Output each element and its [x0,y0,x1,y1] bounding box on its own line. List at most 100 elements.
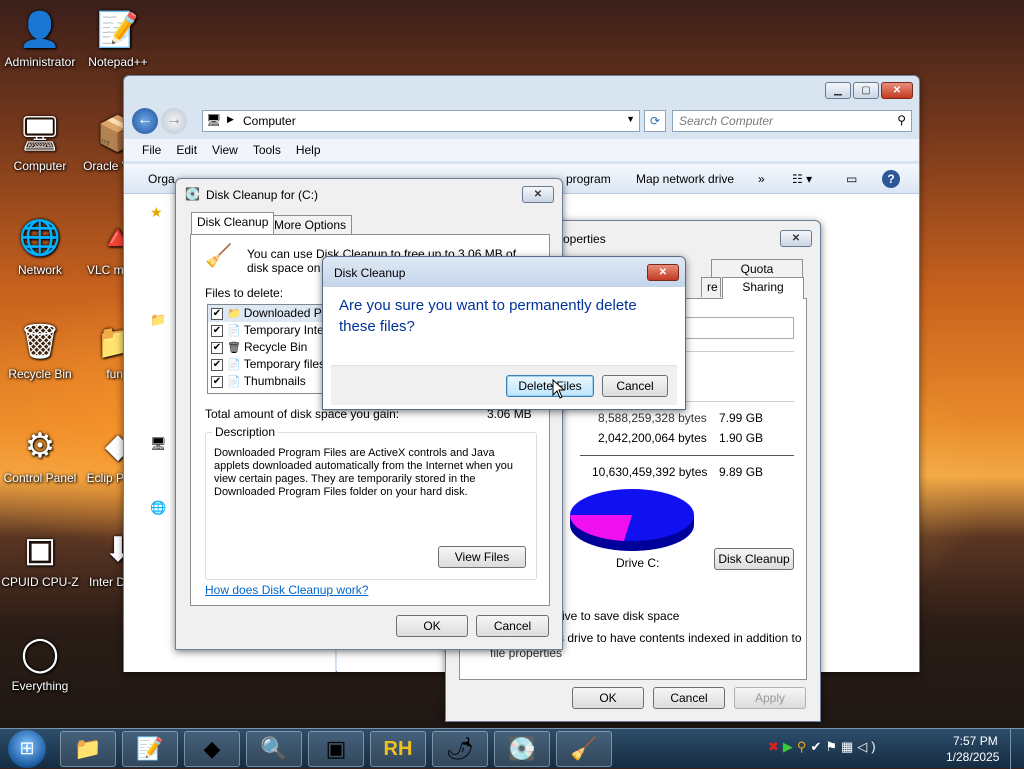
desktop-icon[interactable]: ⚙ Control Panel [0,424,80,486]
properties-cancel-button[interactable]: Cancel [653,687,725,709]
menu-edit[interactable]: Edit [176,143,197,157]
index-option-text: s drive to have contents indexed in addi… [558,631,802,645]
desktop-icon-label: Network [17,263,62,277]
disk-cleanup-button[interactable]: Disk Cleanup [714,548,794,570]
confirm-close-button[interactable]: ✕ [647,264,679,281]
cleanup-drive-icon: 🧹 [205,243,233,268]
taskbar-app-button[interactable]: RH [370,731,426,767]
view-options-icon[interactable]: ☷ ▾ [792,164,812,194]
taskbar-app-button[interactable]: ▣ [308,731,364,767]
close-button[interactable]: ✕ [881,82,913,99]
desktop-icon[interactable]: 🌐 Network [0,216,80,278]
menu-tools[interactable]: Tools [253,143,281,157]
confirm-message: Are you sure you want to permanently del… [339,297,637,335]
network-tray-icon[interactable]: ▦ [841,739,857,754]
properties-close-button[interactable]: ✕ [780,230,812,247]
description-text: Downloaded Program Files are ActiveX con… [214,447,514,498]
checkbox-checked[interactable]: ✔ [211,358,223,371]
computer-icon: 🖥 [206,113,222,127]
organize-button[interactable]: Orga [148,164,175,194]
checkbox-checked[interactable]: ✔ [211,375,223,388]
menu-view[interactable]: View [212,143,238,157]
tab-more-options[interactable]: More Options [268,215,353,235]
taskbar-app-icon: 💽 [508,736,536,761]
help-icon[interactable]: ? [882,170,900,188]
desktop-icon[interactable]: 👤 Administrator [0,8,80,70]
properties-title: operties [563,232,606,246]
clock-date[interactable]: 1/28/2025 [946,750,999,764]
taskbar-app-button[interactable]: 💽 [494,731,550,767]
play-icon[interactable]: ▶ [783,739,797,754]
flag-icon[interactable]: ⚑ [825,739,841,754]
show-desktop-button[interactable] [1010,729,1024,769]
preview-pane-icon[interactable]: ▭ [846,164,857,194]
checkbox-checked[interactable]: ✔ [211,341,223,354]
folder-icon[interactable]: 📁 [150,312,166,328]
app-icon: 🗑 [18,323,62,361]
menu-file[interactable]: File [142,143,161,157]
uninstall-program-button[interactable]: program [566,164,611,194]
properties-ok-button[interactable]: OK [572,687,644,709]
file-type-icon: 🗑 [227,342,241,354]
desktop-icon[interactable]: ◯ Everything [0,632,80,694]
confirm-dialog: Disk Cleanup ✕ Are you sure you want to … [322,256,686,410]
menu-help[interactable]: Help [296,143,321,157]
taskbar-app-button[interactable]: 📝 [122,731,178,767]
maximize-button[interactable]: ▢ [853,82,879,99]
checkbox-checked[interactable]: ✔ [211,324,223,337]
tab-hardware[interactable]: re [701,277,721,297]
more-commands-button[interactable]: » [758,164,765,194]
search-icon: ⚲ [897,113,906,127]
network-nav-icon[interactable]: 🌐 [150,500,166,516]
taskbar-app-button[interactable]: 🔍 [246,731,302,767]
view-files-button[interactable]: View Files [438,546,526,568]
taskbar-app-button[interactable]: 📁 [60,731,116,767]
refresh-button[interactable]: ⟳ [644,110,666,132]
desktop-icon[interactable]: 🗑 Recycle Bin [0,320,80,382]
security-icon[interactable]: ✔ [810,739,825,754]
computer-nav-icon[interactable]: 🖥 [150,436,167,452]
back-button[interactable]: ← [132,108,158,134]
file-type-icon: 📁 [227,308,241,320]
delete-files-button[interactable]: Delete Files [506,375,594,397]
checkbox-checked[interactable]: ✔ [211,307,223,320]
minimize-button[interactable]: ▁ [825,82,851,99]
free-space-gb: 1.90 GB [719,431,764,445]
disk-cleanup-close-button[interactable]: ✕ [522,186,554,203]
taskbar-app-button[interactable]: ◆ [184,731,240,767]
cleanup-ok-button[interactable]: OK [396,615,468,637]
desktop-icon-label: CPUID CPU-Z [1,575,79,589]
app-icon: 🖥 [18,115,62,153]
app-icon: 🌐 [18,219,62,257]
properties-apply-button[interactable]: Apply [734,687,806,709]
error-icon[interactable]: ✖ [768,739,783,754]
taskbar-app-button[interactable]: 🧹 [556,731,612,767]
taskbar-app-icon: 📝 [136,736,164,761]
help-link[interactable]: How does Disk Cleanup work? [205,583,368,597]
search-tray-icon[interactable]: ⚲ [797,739,811,754]
desktop-icon[interactable]: ▣ CPUID CPU-Z [0,528,80,590]
volume-icon[interactable]: ◁) [857,739,879,754]
forward-button[interactable]: → [161,108,187,134]
description-label: Description [212,425,279,439]
system-tray: ✖▶⚲✔⚑▦◁) [768,739,880,755]
address-dropdown-icon[interactable]: ▼ [626,114,635,124]
tab-sharing[interactable]: Sharing [722,277,804,299]
desktop-icon[interactable]: 🖥 Computer [0,112,80,174]
tab-quota[interactable]: Quota [711,259,803,279]
confirm-cancel-button[interactable]: Cancel [602,375,668,397]
search-input[interactable]: Search Computer ⚲ [672,110,912,132]
desktop-icon[interactable]: 📝 Notepad++ [78,8,158,70]
cleanup-cancel-button[interactable]: Cancel [476,615,549,637]
tab-disk-cleanup[interactable]: Disk Cleanup [191,212,275,234]
start-button[interactable]: ⊞ [8,730,46,768]
clock-time[interactable]: 7:57 PM [953,734,998,748]
disk-cleanup-title: Disk Cleanup for (C:) [206,188,319,202]
map-network-drive-button[interactable]: Map network drive [636,164,734,194]
drive-label: Drive C: [616,556,660,570]
taskbar-app-button[interactable]: 🌶 [432,731,488,767]
menu-bar: File Edit View Tools Help [124,139,919,161]
address-text: Computer [243,114,296,128]
address-bar[interactable]: 🖥 ▶ Computer ▼ [202,110,640,132]
favorites-icon[interactable]: ★ [150,204,163,221]
